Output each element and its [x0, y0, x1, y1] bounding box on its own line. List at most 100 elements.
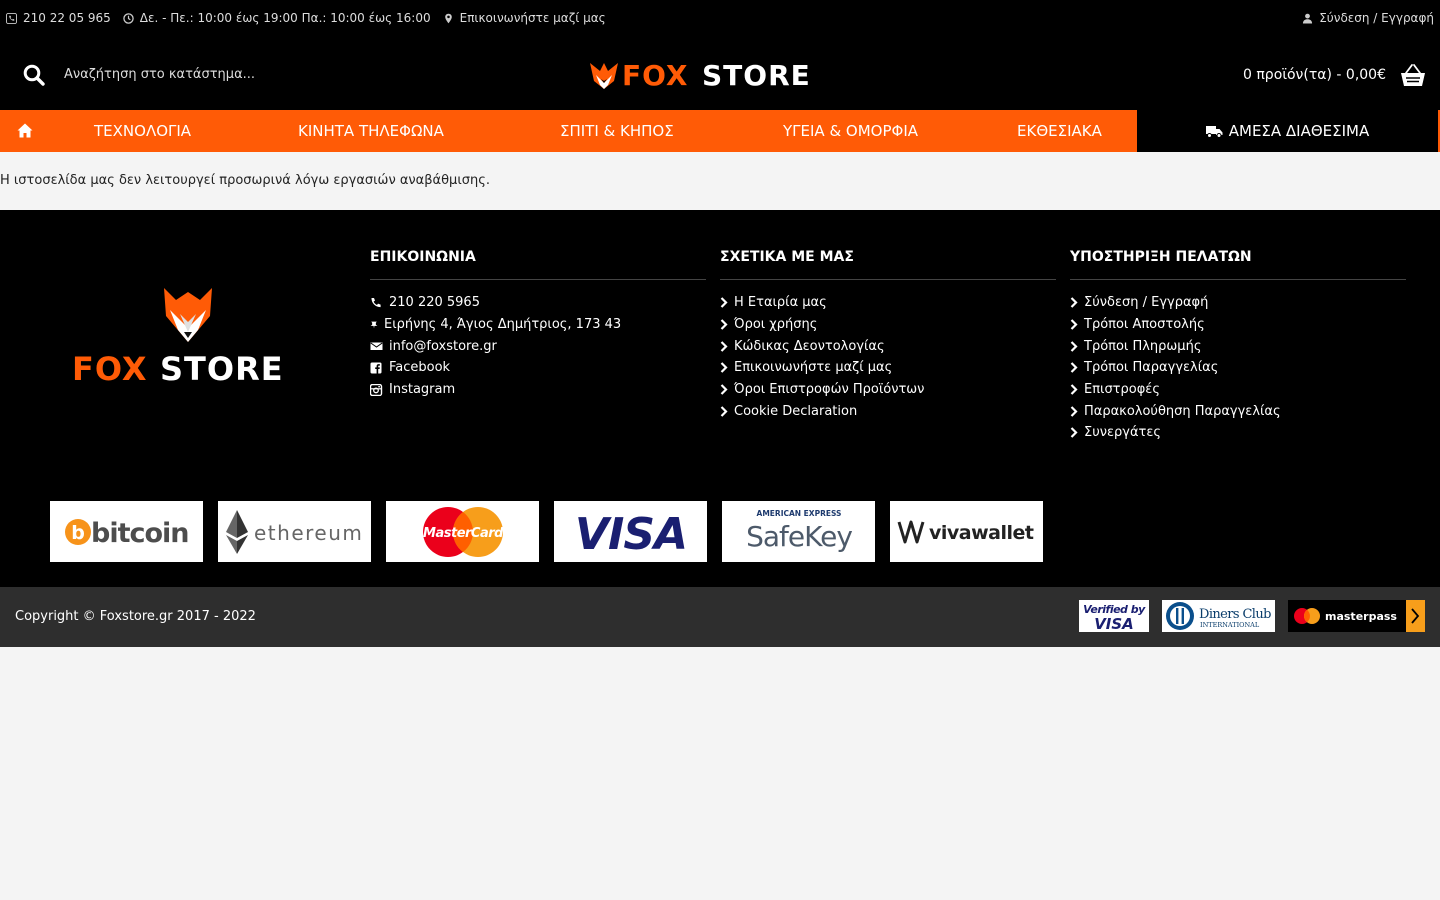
map-pin-icon [443, 13, 454, 24]
search-input[interactable] [64, 61, 364, 87]
nav-item-home-garden[interactable]: ΣΠΙΤΙ & ΚΗΠΟΣ [560, 122, 674, 140]
footer-phone[interactable]: 210 220 5965 [370, 292, 706, 314]
footer-support-link[interactable]: Παρακολούθηση Παραγγελίας [1070, 400, 1406, 422]
amex-top-text: AMERICAN EXPRESS [756, 509, 841, 518]
home-icon[interactable] [17, 123, 33, 138]
chevron-right-icon [1070, 340, 1078, 352]
chevron-right-icon [1070, 362, 1078, 374]
chevron-right-icon [1070, 427, 1078, 439]
footer-support-link-text: Συνεργάτες [1084, 425, 1162, 441]
footer-support-link[interactable]: Σύνδεση / Εγγραφή [1070, 292, 1406, 314]
footer-about-link-text: Επικοινωνήστε μαζί μας [734, 360, 893, 376]
main-nav: ΤΕΧΝΟΛΟΓΙΑ ΚΙΝΗΤΑ ΤΗΛΕΦΩΝΑ ΣΠΙΤΙ & ΚΗΠΟΣ… [0, 110, 1440, 152]
footer-about-link[interactable]: Όροι Επιστροφών Προϊόντων [720, 379, 1056, 401]
basket-icon [1401, 64, 1425, 86]
fox-logo-icon [590, 63, 618, 89]
footer-phone-text: 210 220 5965 [389, 295, 480, 311]
diners-sub-text: INTERNATIONAL [1200, 621, 1260, 629]
footer-about-link[interactable]: Κώδικας Δεοντολογίας [720, 335, 1056, 357]
top-phone[interactable]: 210 22 05 965 [6, 11, 111, 25]
payment-methods: b bitcoin ethereum MasterCard VISA AMERI… [50, 501, 1043, 562]
header-logo-fox: FOX [622, 59, 689, 92]
ethereum-icon [225, 509, 248, 554]
nav-item-exhibition[interactable]: ΕΚΘΕΣΙΑΚΑ [1017, 122, 1102, 140]
footer-support-link-text: Τρόποι Παραγγελίας [1084, 360, 1219, 376]
ethereum-text: ethereum [254, 521, 363, 545]
bottom-bar: Copyright © Foxstore.gr 2017 - 2022 Veri… [0, 587, 1440, 647]
search-icon[interactable] [23, 64, 45, 86]
diners-club-icon [1165, 602, 1194, 630]
footer-email-text: info@foxstore.gr [389, 338, 497, 354]
visa-card: VISA [554, 501, 707, 562]
login-link[interactable]: Σύνδεση / Εγγραφή [1302, 11, 1434, 25]
chevron-right-icon [1070, 384, 1078, 395]
nav-item-health-beauty[interactable]: ΥΓΕΙΑ & ΟΜΟΡΦΙΑ [783, 122, 918, 140]
footer-support-link-text: Τρόποι Αποστολής [1084, 317, 1205, 333]
footer-logo[interactable]: FOX STORE [70, 286, 306, 388]
site-footer: FOX STORE ΕΠΙΚΟΙΝΩΝΙΑ 210 220 5965 Ειρήν… [0, 210, 1440, 587]
top-contact-text: Επικοινωνήστε μαζί μας [459, 11, 606, 25]
pushpin-icon [370, 321, 378, 328]
nav-item-technology[interactable]: ΤΕΧΝΟΛΟΓΙΑ [94, 122, 191, 140]
chevron-right-icon [720, 384, 728, 395]
footer-support-title: ΥΠΟΣΤΗΡΙΞΗ ΠΕΛΑΤΩΝ [1070, 249, 1406, 280]
footer-support-link-text: Επιστροφές [1084, 382, 1160, 398]
footer-contact-title: ΕΠΙΚΟΙΝΩΝΙΑ [370, 249, 706, 280]
chevron-right-icon [720, 319, 728, 330]
footer-instagram-text: Instagram [389, 382, 456, 398]
footer-about-title: ΣΧΕΤΙΚΑ ΜΕ ΜΑΣ [720, 249, 1056, 280]
masterpass-text: masterpass [1325, 610, 1397, 623]
footer-about-link[interactable]: Cookie Declaration [720, 400, 1056, 422]
top-hours-text: Δε. - Πε.: 10:00 έως 19:00 Πα.: 10:00 έω… [139, 11, 431, 25]
footer-logo-fox: FOX [72, 350, 148, 388]
phone-icon [6, 12, 17, 24]
footer-about-link-text: Cookie Declaration [734, 403, 858, 419]
footer-facebook-text: Facebook [389, 360, 451, 376]
chevron-right-icon [1070, 319, 1078, 330]
footer-instagram[interactable]: Instagram [370, 379, 706, 401]
diners-top-text: Diners Club [1199, 607, 1271, 622]
nav-item-mobile-phones[interactable]: ΚΙΝΗΤΑ ΤΗΛΕΦΩΝΑ [298, 122, 444, 140]
header-logo-store: STORE [702, 59, 811, 92]
top-contact-link[interactable]: Επικοινωνήστε μαζί μας [443, 11, 606, 25]
footer-support-link[interactable]: Επιστροφές [1070, 379, 1406, 401]
footer-support-link[interactable]: Συνεργάτες [1070, 422, 1406, 444]
footer-support-link[interactable]: Τρόποι Παραγγελίας [1070, 357, 1406, 379]
top-bar-info: 210 22 05 965 Δε. - Πε.: 10:00 έως 19:00… [6, 11, 606, 25]
cart-button[interactable]: 0 προϊόν(τα) - 0,00€ [1243, 63, 1426, 87]
copyright-text: Copyright © Foxstore.gr 2017 - 2022 [15, 609, 256, 624]
footer-facebook[interactable]: Facebook [370, 357, 706, 379]
user-icon [1302, 13, 1313, 24]
nav-item-available-now[interactable]: ΑΜΕΣΑ ΔΙΑΘΕΣΙΜΑ [1137, 110, 1438, 152]
footer-email[interactable]: info@foxstore.gr [370, 335, 706, 357]
footer-address-text: Ειρήνης 4, Άγιος Δημήτριος, 173 43 [384, 317, 622, 333]
header-logo[interactable]: FOX STORE [588, 53, 852, 93]
verified-by-visa-badge: Verified by VISA [1079, 600, 1149, 632]
maintenance-notice: Η ιστοσελίδα μας δεν λειτουργεί προσωριν… [0, 173, 490, 188]
footer-about-link[interactable]: Όροι χρήσης [720, 314, 1056, 336]
footer-logo-store: STORE [160, 350, 284, 388]
footer-address: Ειρήνης 4, Άγιος Δημήτριος, 173 43 [370, 314, 706, 336]
phone-icon [371, 297, 381, 307]
cart-text: 0 προϊόν(τα) - 0,00€ [1243, 67, 1386, 83]
truck-icon [1205, 125, 1223, 138]
footer-about-column: ΣΧΕΤΙΚΑ ΜΕ ΜΑΣ Η Εταιρία μας Όροι χρήσης… [720, 249, 1056, 422]
mastercard-card: MasterCard [386, 501, 539, 562]
ethereum-card: ethereum [218, 501, 371, 562]
footer-about-link-text: Η Εταιρία μας [734, 295, 827, 311]
footer-about-link[interactable]: Επικοινωνήστε μαζί μας [720, 357, 1056, 379]
top-bar: 210 22 05 965 Δε. - Πε.: 10:00 έως 19:00… [0, 0, 1440, 37]
footer-about-link-text: Κώδικας Δεοντολογίας [734, 338, 885, 354]
amex-safekey-card: AMERICAN EXPRESS SafeKey [722, 501, 875, 562]
top-phone-text: 210 22 05 965 [23, 11, 111, 25]
footer-about-link[interactable]: Η Εταιρία μας [720, 292, 1056, 314]
footer-about-link-text: Όροι χρήσης [734, 317, 818, 333]
envelope-icon [370, 342, 383, 351]
footer-support-link-text: Τρόποι Πληρωμής [1084, 338, 1202, 354]
footer-support-link[interactable]: Τρόποι Αποστολής [1070, 314, 1406, 336]
security-badges: Verified by VISA Diners Club INTERNATION… [1079, 600, 1425, 632]
footer-support-link-text: Σύνδεση / Εγγραφή [1084, 295, 1209, 311]
footer-support-link[interactable]: Τρόποι Πληρωμής [1070, 335, 1406, 357]
chevron-right-icon [720, 340, 728, 352]
chevron-right-icon [720, 362, 728, 374]
